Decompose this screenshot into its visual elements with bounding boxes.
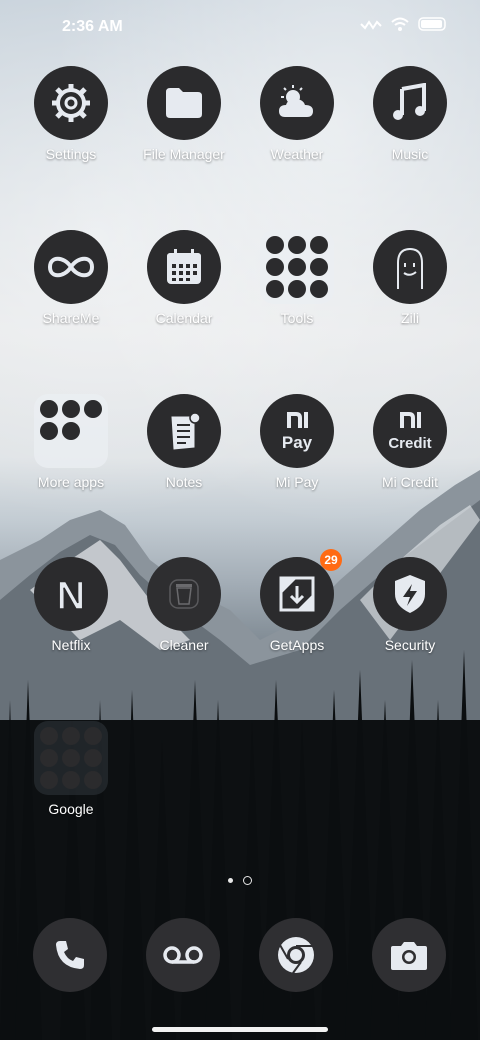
app-label: Settings [45, 146, 97, 162]
app-label: More apps [37, 474, 105, 490]
app-settings[interactable]: Settings [16, 66, 126, 162]
app-cleaner[interactable]: Cleaner [129, 557, 239, 653]
dock-camera[interactable] [372, 918, 446, 992]
app-label: Notes [165, 474, 203, 490]
google-folder-icon [34, 721, 108, 795]
app-netflix[interactable]: N Netflix [16, 557, 126, 653]
notification-badge: 29 [320, 549, 342, 571]
folder-icon [147, 66, 221, 140]
network-activity-icon [360, 20, 382, 30]
dock-phone[interactable] [33, 918, 107, 992]
app-shareme[interactable]: ShareMe [16, 230, 126, 326]
music-note-icon [373, 66, 447, 140]
status-bar: 2:36 AM [0, 0, 480, 56]
status-icons [360, 16, 448, 32]
app-security[interactable]: Security [355, 557, 465, 653]
voicemail-icon [163, 946, 203, 964]
app-label: Calendar [155, 310, 213, 326]
app-folder-tools[interactable]: Tools [242, 230, 352, 326]
gear-icon [34, 66, 108, 140]
app-folder-google[interactable]: Google [16, 721, 126, 817]
app-label: Mi Pay [275, 474, 319, 490]
app-zili[interactable]: Zili [355, 230, 465, 326]
shield-bolt-icon [373, 557, 447, 631]
app-label: ShareMe [42, 310, 100, 326]
app-weather[interactable]: Weather [242, 66, 352, 162]
app-mi-pay[interactable]: Pay Mi Pay [242, 394, 352, 490]
status-time: 2:36 AM [62, 18, 123, 35]
app-calendar[interactable]: Calendar [129, 230, 239, 326]
app-label: Music [391, 146, 429, 162]
trash-icon [147, 557, 221, 631]
camera-icon [391, 942, 427, 970]
app-label: Google [48, 801, 94, 817]
app-label: Zili [401, 310, 419, 326]
phone-icon [56, 941, 84, 969]
mi-pay-icon: Pay [260, 394, 334, 468]
more-apps-folder-icon [34, 394, 108, 468]
mi-pay-icon-text: Pay [282, 433, 313, 452]
dock-chrome[interactable] [259, 918, 333, 992]
weather-icon [260, 66, 334, 140]
battery-icon [418, 17, 446, 31]
page-indicator[interactable] [0, 876, 480, 885]
app-music[interactable]: Music [355, 66, 465, 162]
dock-voicemail[interactable] [146, 918, 220, 992]
app-label: Netflix [51, 637, 91, 653]
app-file-manager[interactable]: File Manager [129, 66, 239, 162]
app-folder-more-apps[interactable]: More apps [16, 394, 126, 490]
getapps-icon: 29 [260, 549, 342, 631]
chrome-icon [278, 937, 314, 974]
notes-icon [147, 394, 221, 468]
app-label: Tools [280, 310, 314, 326]
page-dot-1 [228, 878, 233, 883]
app-label: Weather [270, 146, 324, 162]
home-gesture-bar[interactable] [152, 1027, 328, 1032]
app-label: Security [384, 637, 436, 653]
zili-face-icon [373, 230, 447, 304]
wifi-icon [391, 17, 409, 31]
calendar-icon [147, 230, 221, 304]
netflix-icon-text: N [57, 574, 86, 616]
netflix-icon: N [34, 557, 108, 631]
tools-folder-icon [260, 230, 334, 304]
infinity-icon [34, 230, 108, 304]
app-notes[interactable]: Notes [129, 394, 239, 490]
app-label: Cleaner [159, 637, 209, 653]
page-dot-2 [243, 876, 252, 885]
app-label: File Manager [143, 146, 225, 162]
app-label: GetApps [269, 637, 325, 653]
mi-credit-icon: Credit [373, 394, 447, 468]
mi-credit-icon-text: Credit [388, 435, 431, 452]
app-mi-credit[interactable]: Credit Mi Credit [355, 394, 465, 490]
app-label: Mi Credit [381, 474, 438, 490]
app-getapps[interactable]: 29 GetApps [242, 549, 352, 653]
